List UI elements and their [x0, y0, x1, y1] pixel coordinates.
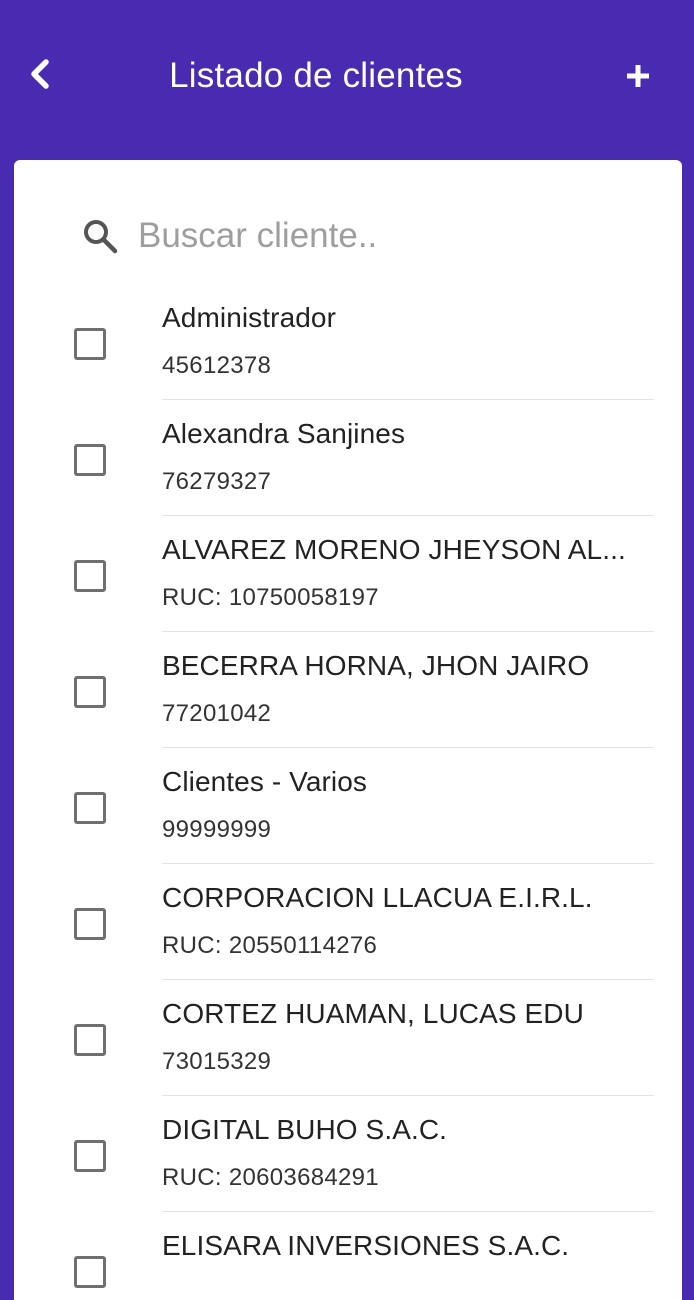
client-name: ELISARA INVERSIONES S.A.C. [162, 1230, 570, 1261]
client-name: CORPORACION LLACUA E.I.R.L. [162, 882, 593, 913]
add-client-button[interactable] [616, 54, 660, 98]
client-document: RUC: 20603684291 [162, 1164, 379, 1191]
page-title: Listado de clientes [169, 56, 463, 95]
client-name: Clientes - Varios [162, 766, 368, 797]
client-name: ALVAREZ MORENO JHEYSON AL... [162, 534, 626, 565]
client-checkbox[interactable] [74, 792, 106, 824]
client-row[interactable]: DIGITAL BUHO S.A.C. RUC: 20603684291 [14, 1096, 682, 1212]
client-row[interactable]: Clientes - Varios 99999999 [14, 748, 682, 864]
client-document: RUC: 10750058197 [162, 584, 379, 611]
client-document: 99999999 [162, 816, 272, 843]
client-row[interactable]: CORTEZ HUAMAN, LUCAS EDU 73015329 [14, 980, 682, 1096]
client-name: DIGITAL BUHO S.A.C. [162, 1114, 448, 1145]
search-input[interactable] [138, 216, 618, 256]
client-document: 73015329 [162, 1048, 272, 1075]
client-checkbox[interactable] [74, 560, 106, 592]
client-name: Alexandra Sanjines [162, 418, 406, 449]
client-row[interactable]: BECERRA HORNA, JHON JAIRO 77201042 [14, 632, 682, 748]
client-checkbox[interactable] [74, 1024, 106, 1056]
client-row[interactable]: ALVAREZ MORENO JHEYSON AL... RUC: 107500… [14, 516, 682, 632]
client-document: 45612378 [162, 352, 272, 379]
client-row[interactable]: Administrador 45612378 [14, 284, 682, 400]
client-row[interactable]: Alexandra Sanjines 76279327 [14, 400, 682, 516]
client-document: RUC: 20550114276 [162, 932, 378, 959]
client-document: 76279327 [162, 468, 272, 495]
client-name: CORTEZ HUAMAN, LUCAS EDU [162, 998, 584, 1029]
client-name: BECERRA HORNA, JHON JAIRO [162, 650, 590, 681]
client-row[interactable]: ELISARA INVERSIONES S.A.C. [14, 1212, 682, 1300]
search-bar [82, 212, 642, 260]
client-checkbox[interactable] [74, 328, 106, 360]
app-header: Listado de clientes [0, 0, 694, 160]
client-document: 77201042 [162, 700, 272, 727]
clients-card: Administrador 45612378 Alexandra Sanjine… [14, 160, 682, 1300]
client-checkbox[interactable] [74, 908, 106, 940]
search-icon [84, 220, 118, 254]
client-name: Administrador [162, 302, 337, 333]
client-checkbox[interactable] [74, 444, 106, 476]
client-row[interactable]: CORPORACION LLACUA E.I.R.L. RUC: 2055011… [14, 864, 682, 980]
client-checkbox[interactable] [74, 1256, 106, 1288]
client-checkbox[interactable] [74, 1140, 106, 1172]
client-checkbox[interactable] [74, 676, 106, 708]
plus-icon [627, 65, 649, 87]
client-list: Administrador 45612378 Alexandra Sanjine… [14, 284, 682, 1300]
